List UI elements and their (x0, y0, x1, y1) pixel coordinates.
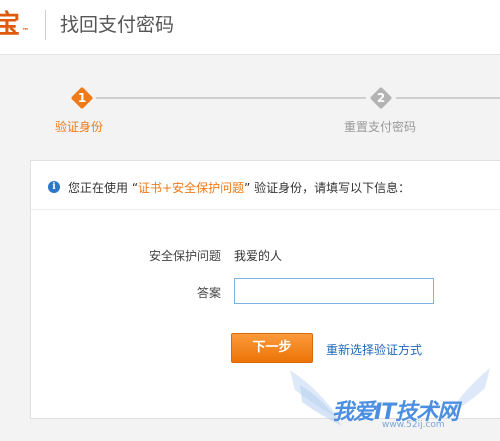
step-2-label: 重置支付密码 (344, 120, 417, 134)
notice-prefix: 您正在使用 “ (68, 181, 139, 195)
notice-bar: i 您正在使用 “证书+安全保护问题” 验证身份，请填写以下信息： (31, 161, 500, 210)
step-1-number: 1 (77, 91, 87, 105)
alipay-logo[interactable]: 宝 ™ (0, 10, 34, 40)
watermark-url: www.52ij.com (382, 420, 445, 430)
notice-text: 您正在使用 “证书+安全保护问题” 验证身份，请填写以下信息： (68, 179, 410, 196)
answer-input[interactable] (234, 278, 434, 304)
progress-steps: 1 验证身份 2 重置支付密码 (0, 80, 500, 140)
step-connector (96, 97, 366, 99)
security-question-value: 我爱的人 (234, 249, 283, 263)
notice-method-highlight: 证书+安全保护问题 (138, 181, 245, 195)
watermark: 我爱IT技术网 www.52ij.com (280, 360, 500, 437)
logo-text: 宝 (0, 10, 21, 40)
reselect-verification-link[interactable]: 重新选择验证方式 (326, 341, 422, 358)
step-1-label: 验证身份 (55, 120, 104, 134)
security-question-label: 安全保护问题 (148, 249, 221, 263)
notice-suffix: ” 验证身份，请填写以下信息： (244, 181, 411, 195)
step-2-number: 2 (376, 91, 386, 105)
header-divider (45, 10, 46, 40)
top-header: 宝 ™ 找回支付密码 (0, 0, 500, 55)
answer-label: 答案 (196, 286, 221, 300)
logo-trademark: ™ (22, 27, 29, 35)
next-step-button[interactable]: 下一步 (231, 333, 313, 363)
step-connector (396, 97, 500, 99)
page-title: 找回支付密码 (60, 14, 175, 36)
info-icon: i (48, 181, 60, 193)
step-1-marker: 1 (70, 86, 94, 110)
step-2-marker: 2 (369, 86, 393, 110)
